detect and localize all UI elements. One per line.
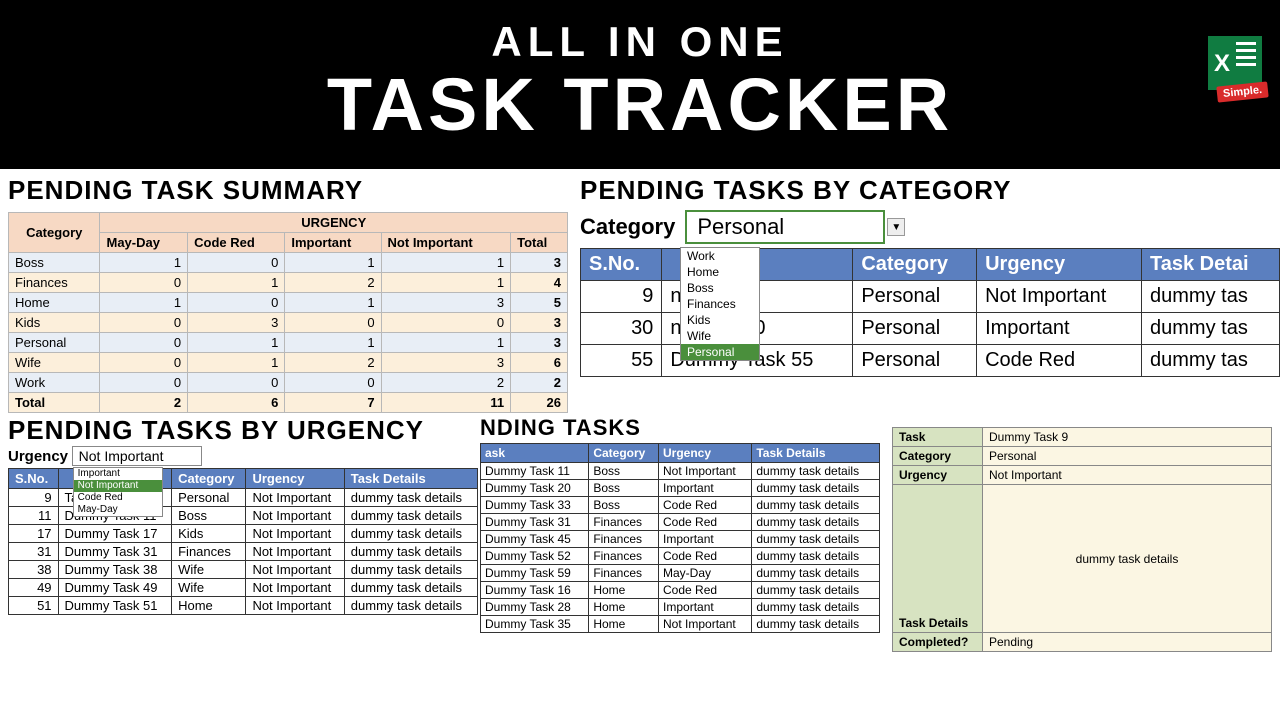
byurg-title: PENDING TASKS BY URGENCY [8,415,478,446]
table-row[interactable]: Dummy Task 59FinancesMay-Daydummy task d… [481,565,880,582]
bycategory-section: PENDING TASKS BY CATEGORY Category Perso… [580,175,1280,377]
bycat-select[interactable]: Personal ▼ [685,210,885,244]
dropdown-option[interactable]: Work [681,248,759,264]
bycat-label: Category [580,214,675,240]
dropdown-option[interactable]: Code Red [74,492,162,504]
table-row[interactable]: 31Dummy Task 31FinancesNot Importantdumm… [9,543,478,561]
summary-title: PENDING TASK SUMMARY [8,175,568,206]
table-row[interactable]: 38Dummy Task 38WifeNot Importantdummy ta… [9,561,478,579]
table-row[interactable]: 17Dummy Task 17KidsNot Importantdummy ta… [9,525,478,543]
task-detail-card: TaskDummy Task 9 CategoryPersonal Urgenc… [892,427,1272,652]
excel-logo: X Simple. [1208,36,1262,90]
table-row[interactable]: Dummy Task 20BossImportantdummy task det… [481,480,880,497]
table-row[interactable]: Dummy Task 33BossCode Reddummy task deta… [481,497,880,514]
dropdown-option[interactable]: Important [74,468,162,480]
dropdown-option[interactable]: Personal [681,344,759,360]
title-line2: TASK TRACKER [0,62,1280,147]
dropdown-option[interactable]: Boss [681,280,759,296]
pending-tasks-section: NDING TASKS askCategoryUrgencyTask Detai… [480,415,880,633]
byurg-label: Urgency [8,448,68,465]
ptasks-table: askCategoryUrgencyTask Details Dummy Tas… [480,443,880,633]
table-row[interactable]: Dummy Task 31FinancesCode Reddummy task … [481,514,880,531]
dropdown-option[interactable]: Finances [681,296,759,312]
dropdown-option[interactable]: Wife [681,328,759,344]
table-row[interactable]: Dummy Task 16HomeCode Reddummy task deta… [481,582,880,599]
bycat-title: PENDING TASKS BY CATEGORY [580,175,1280,206]
table-row[interactable]: Dummy Task 52FinancesCode Reddummy task … [481,548,880,565]
title-line1: ALL IN ONE [0,18,1280,66]
dropdown-option[interactable]: Home [681,264,759,280]
ptasks-title: NDING TASKS [480,415,880,441]
dropdown-option[interactable]: Kids [681,312,759,328]
table-row[interactable]: Dummy Task 11BossNot Importantdummy task… [481,463,880,480]
summary-table: Category URGENCY May-DayCode RedImportan… [8,212,568,413]
summary-section: PENDING TASK SUMMARY Category URGENCY Ma… [8,175,568,413]
dropdown-option[interactable]: Not Important [74,480,162,492]
byurg-select[interactable]: Not Important ImportantNot ImportantCode… [72,446,202,466]
bycat-dropdown[interactable]: WorkHomeBossFinancesKidsWifePersonal [680,247,760,361]
chevron-down-icon[interactable]: ▼ [887,218,905,236]
byurg-dropdown[interactable]: ImportantNot ImportantCode RedMay-Day [73,467,163,517]
table-row[interactable]: Dummy Task 45FinancesImportantdummy task… [481,531,880,548]
byurgency-section: PENDING TASKS BY URGENCY Urgency Not Imp… [8,415,478,615]
table-row[interactable]: Dummy Task 35HomeNot Importantdummy task… [481,616,880,633]
table-row[interactable]: Dummy Task 28HomeImportantdummy task det… [481,599,880,616]
title-banner: ALL IN ONE TASK TRACKER X Simple. [0,0,1280,169]
dropdown-option[interactable]: May-Day [74,504,162,516]
table-row[interactable]: 49Dummy Task 49WifeNot Importantdummy ta… [9,579,478,597]
table-row[interactable]: 51Dummy Task 51HomeNot Importantdummy ta… [9,597,478,615]
